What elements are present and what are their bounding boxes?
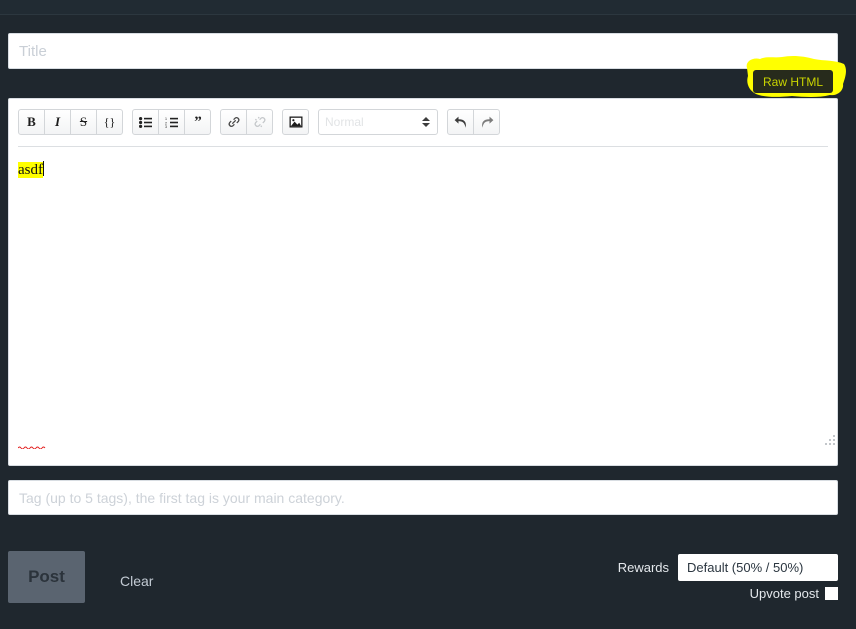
editor-toolbar: B I S {} 1 2 3 ” Normal (9, 99, 837, 137)
bullet-list-icon[interactable] (132, 109, 159, 135)
link-icon[interactable] (220, 109, 247, 135)
tags-field-wrapper (8, 480, 838, 515)
text-caret (43, 161, 44, 176)
bold-button[interactable]: B (18, 109, 45, 135)
toolbar-group-history (447, 109, 500, 135)
rewards-select-value: Default (50% / 50%) (687, 560, 804, 575)
ordered-list-icon[interactable]: 1 2 3 (158, 109, 185, 135)
upvote-post-label: Upvote post (749, 586, 819, 601)
editor-resize-handle[interactable] (824, 434, 835, 445)
upvote-post-checkbox[interactable] (825, 587, 838, 600)
rewards-select[interactable]: Default (50% / 50%) (678, 554, 838, 581)
paragraph-style-value: Normal (325, 115, 364, 129)
post-button[interactable]: Post (8, 551, 85, 603)
editor-text: asdf (18, 162, 43, 178)
clear-button[interactable]: Clear (120, 573, 153, 589)
blockquote-button[interactable]: ” (184, 109, 211, 135)
rewards-row: Rewards Default (50% / 50%) (618, 554, 838, 581)
editor-content-area[interactable]: asdf (9, 147, 837, 449)
spellcheck-underline-icon (18, 446, 46, 449)
unlink-icon[interactable] (246, 109, 273, 135)
raw-html-tooltip-label: Raw HTML (763, 74, 824, 89)
code-button[interactable]: {} (96, 109, 123, 135)
title-field-wrapper (8, 33, 838, 69)
toolbar-group-link (220, 109, 273, 135)
toolbar-group-inline: B I S {} (18, 109, 123, 135)
browser-top-bar (0, 0, 856, 15)
svg-text:3: 3 (165, 125, 167, 128)
raw-html-tooltip: Raw HTML (753, 70, 834, 93)
undo-icon[interactable] (447, 109, 474, 135)
redo-icon[interactable] (473, 109, 500, 135)
post-editor: B I S {} 1 2 3 ” Normal asdf (8, 98, 838, 466)
toolbar-group-image (282, 109, 309, 135)
title-input[interactable] (8, 33, 838, 69)
italic-button[interactable]: I (44, 109, 71, 135)
image-icon[interactable] (282, 109, 309, 135)
toolbar-group-blocks: 1 2 3 ” (132, 109, 211, 135)
spinner-arrows-icon (422, 117, 430, 127)
upvote-row: Upvote post (750, 586, 838, 601)
rewards-label: Rewards (617, 560, 669, 575)
paragraph-style-select[interactable]: Normal (318, 109, 438, 135)
tags-input[interactable] (8, 480, 838, 515)
strikethrough-button[interactable]: S (70, 109, 97, 135)
